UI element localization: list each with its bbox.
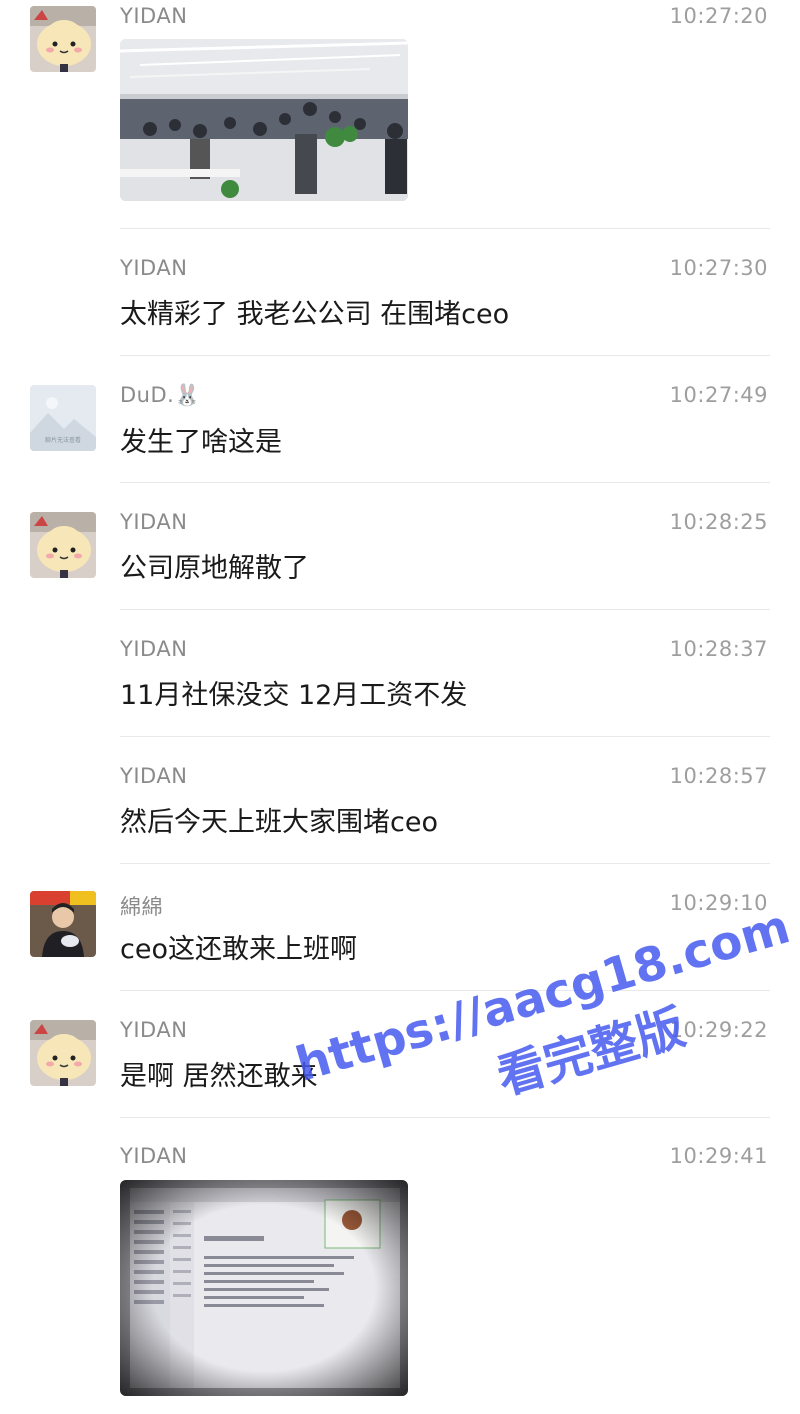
sender-name: YIDAN [120, 637, 188, 661]
watermark-url: https://aacg18.com [290, 899, 796, 1093]
sender-name: YIDAN [120, 1018, 188, 1042]
avatar-placeholder-text: 聊片无法查看 [45, 436, 81, 444]
timestamp: 10:29:22 [669, 1018, 768, 1042]
timestamp: 10:29:41 [669, 1144, 768, 1168]
message-divider [120, 609, 770, 610]
sender-name: YIDAN [120, 4, 188, 28]
message-divider [120, 736, 770, 737]
avatar[interactable] [30, 891, 96, 957]
timestamp: 10:28:37 [669, 637, 768, 661]
timestamp: 10:27:30 [669, 256, 768, 280]
message-text: ceo这还敢来上班啊 [120, 934, 357, 965]
avatar[interactable] [30, 6, 96, 72]
sender-name: YIDAN [120, 764, 188, 788]
image-message[interactable] [120, 39, 408, 201]
sender-name: YIDAN [120, 256, 188, 280]
message-divider [120, 482, 770, 483]
sender-name: YIDAN [120, 510, 188, 534]
avatar[interactable] [30, 1020, 96, 1086]
timestamp: 10:27:20 [669, 4, 768, 28]
message-divider [120, 228, 770, 229]
message-text: 公司原地解散了 [120, 553, 309, 584]
sender-name: DuD.🐰 [120, 383, 201, 407]
message-divider [120, 355, 770, 356]
image-message[interactable] [120, 1180, 408, 1396]
timestamp: 10:28:25 [669, 510, 768, 534]
timestamp: 10:28:57 [669, 764, 768, 788]
avatar[interactable] [30, 512, 96, 578]
timestamp: 10:27:49 [669, 383, 768, 407]
message-text: 太精彩了 我老公公司 在围堵ceo [120, 299, 510, 330]
sender-name: 綿綿 [120, 895, 163, 919]
timestamp: 10:29:10 [669, 891, 768, 915]
message-divider [120, 1117, 770, 1118]
message-text: 11月社保没交 12月工资不发 [120, 680, 468, 711]
sender-name: YIDAN [120, 1144, 188, 1168]
message-divider [120, 863, 770, 864]
message-text: 然后今天上班大家围堵ceo [120, 807, 438, 838]
avatar[interactable]: 聊片无法查看 [30, 385, 96, 451]
message-text: 发生了啥这是 [120, 427, 282, 458]
message-text: 是啊 居然还敢来 [120, 1061, 318, 1092]
message-divider [120, 990, 770, 991]
